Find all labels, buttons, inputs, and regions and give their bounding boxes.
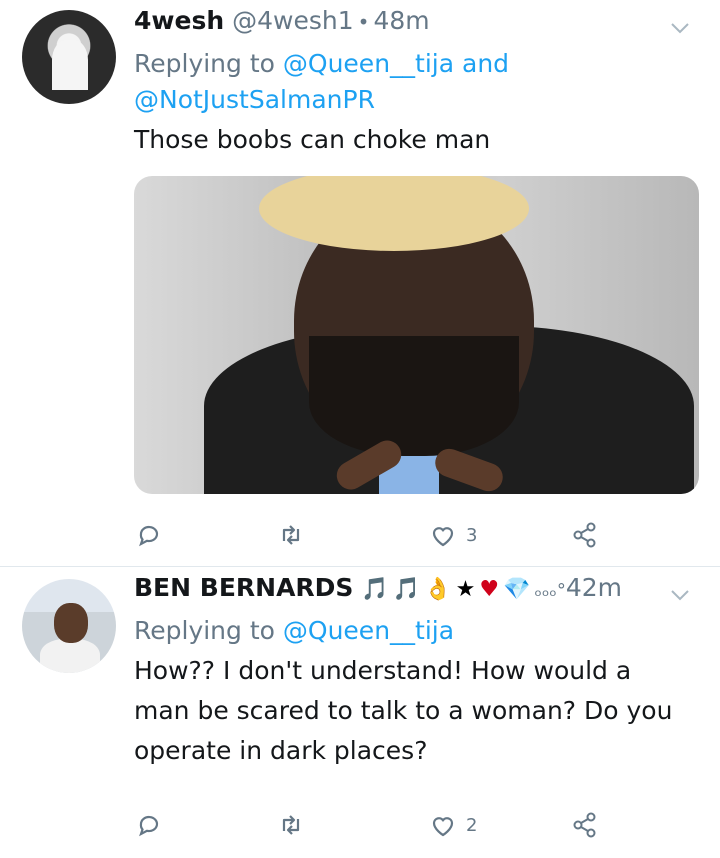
tweet-actions: 3 xyxy=(134,520,604,554)
avatar[interactable] xyxy=(22,10,116,104)
retweet-button[interactable] xyxy=(276,810,314,840)
media-beard xyxy=(309,336,519,456)
retweet-icon xyxy=(282,525,300,545)
tweet-header: BEN BERNARDS 🎵 🎵 👌 ★ ♥ 💎 ₒₒₒ° 42m xyxy=(134,573,694,613)
like-count: 3 xyxy=(466,524,478,546)
star-emoji: ★ xyxy=(455,577,476,602)
avatar[interactable] xyxy=(22,579,116,673)
mention-link[interactable]: @NotJustSalmanPR xyxy=(134,85,375,114)
music-note-emoji: 🎵 xyxy=(392,577,421,602)
avatar-shirt xyxy=(40,639,100,673)
like-button[interactable]: 3 xyxy=(428,520,477,550)
tweet-actions: 2 xyxy=(134,810,604,844)
like-count: 2 xyxy=(466,814,478,836)
replying-prefix: Replying to xyxy=(134,49,275,78)
tweet-content: 4wesh @4wesh1 • 48m Replying to @Queen__… xyxy=(134,6,699,494)
avatar-face xyxy=(54,603,88,643)
replying-to: Replying to @Queen__tija xyxy=(134,613,694,649)
tweet-media-image[interactable] xyxy=(134,176,699,494)
gem-emoji: 💎 xyxy=(503,577,531,602)
share-button[interactable] xyxy=(570,810,600,840)
share-icon xyxy=(573,812,596,838)
replying-and: and xyxy=(462,49,510,78)
retweet-icon xyxy=(282,815,300,835)
chevron-down-icon[interactable] xyxy=(668,16,692,40)
tweet-text: How?? I don't understand! How would a ma… xyxy=(134,656,673,765)
reply-button[interactable] xyxy=(134,810,172,840)
like-icon xyxy=(432,527,454,547)
like-button[interactable]: 2 xyxy=(428,810,477,840)
tweet-2[interactable]: BEN BERNARDS 🎵 🎵 👌 ★ ♥ 💎 ₒₒₒ° 42m Replyi… xyxy=(0,567,720,858)
music-note-emoji: 🎵 xyxy=(361,577,389,602)
handle[interactable]: @4wesh1 xyxy=(232,6,354,35)
reply-icon xyxy=(139,525,159,547)
display-name[interactable]: 4wesh xyxy=(134,6,224,35)
share-button[interactable] xyxy=(570,520,600,550)
reply-icon xyxy=(139,815,159,837)
mention-link[interactable]: @Queen__tija xyxy=(283,49,454,78)
like-icon xyxy=(432,817,454,837)
reply-button[interactable] xyxy=(134,520,172,550)
separator-dot: • xyxy=(357,10,370,34)
tweet-header: 4wesh @4wesh1 • 48m xyxy=(134,6,694,46)
timestamp[interactable]: 48m xyxy=(373,6,429,35)
ok-hand-emoji: 👌 xyxy=(424,577,452,602)
replying-to: Replying to @Queen__tija and @NotJustSal… xyxy=(134,46,694,118)
replying-prefix: Replying to xyxy=(134,616,275,645)
timestamp[interactable]: 42m xyxy=(566,573,622,602)
timestamp-prefix: ₒₒₒ° xyxy=(534,580,566,601)
tweet-content: BEN BERNARDS 🎵 🎵 👌 ★ ♥ 💎 ₒₒₒ° 42m Replyi… xyxy=(134,573,694,771)
chevron-down-icon[interactable] xyxy=(668,583,692,607)
mention-link[interactable]: @Queen__tija xyxy=(283,616,454,645)
tweet-text: Those boobs can choke man xyxy=(134,125,491,154)
tweet-1[interactable]: 4wesh @4wesh1 • 48m Replying to @Queen__… xyxy=(0,0,720,566)
display-name[interactable]: BEN BERNARDS xyxy=(134,573,353,602)
share-icon xyxy=(573,522,596,548)
retweet-button[interactable] xyxy=(276,520,314,550)
heart-emoji: ♥ xyxy=(479,577,500,602)
